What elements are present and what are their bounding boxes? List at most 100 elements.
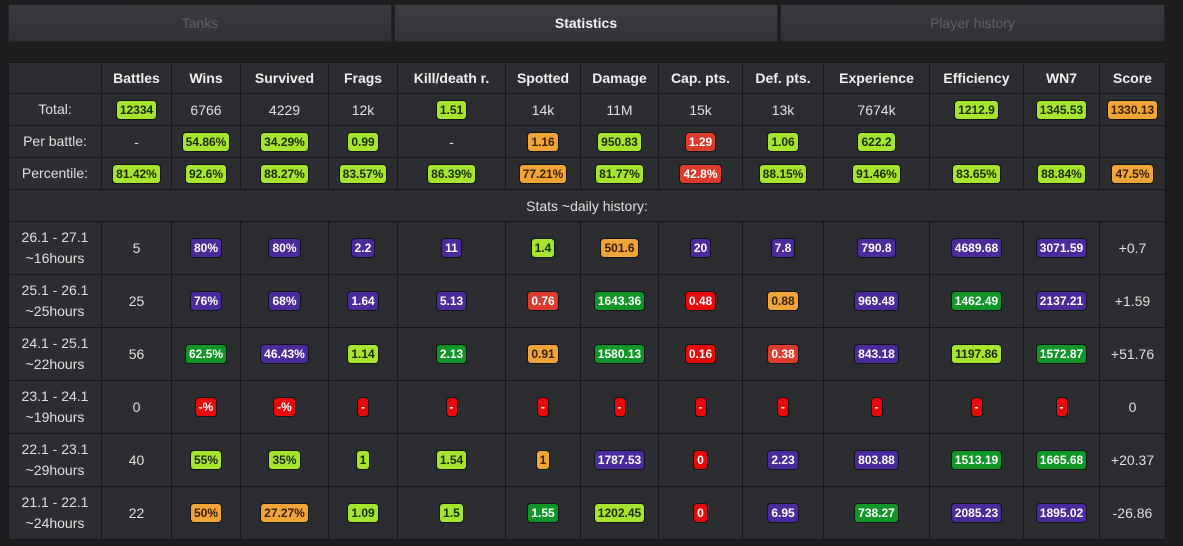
cell-def-pts: 1.06 (742, 125, 824, 158)
cell-frags: - (328, 380, 398, 434)
value-badge: 2085.23 (951, 504, 1002, 522)
value-badge: 27.27% (261, 504, 308, 522)
history-period: 22.1 - 23.1 ~29hours (8, 433, 102, 487)
value-badge: 83.57% (339, 164, 387, 183)
cell-kill-death-r: 2.13 (397, 327, 506, 381)
cell-wins: 92.6% (171, 157, 241, 190)
cell-kill-death-r: 5.13 (397, 274, 506, 328)
cell-battles: - (101, 125, 172, 158)
value-badge: 88.84% (1038, 164, 1085, 183)
cell-cap-pts: 0 (658, 433, 743, 487)
cell-cap-pts: - (658, 380, 743, 434)
tab-statistics[interactable]: Statistics (394, 4, 778, 42)
column-header-def-pts: Def. pts. (742, 62, 824, 94)
cell-battles: 40 (101, 433, 172, 487)
value-badge: 83.65% (953, 164, 1000, 183)
cell-cap-pts: 42.8% (658, 157, 743, 190)
cell-efficiency: 2085.23 (929, 486, 1024, 540)
value-badge: 0.99 (348, 132, 378, 151)
value-badge: - (971, 398, 982, 416)
cell-wn7: 1895.02 (1023, 486, 1100, 540)
history-section-title: Stats ~daily history: (8, 189, 1166, 222)
period-range: 26.1 - 27.1 (21, 229, 89, 245)
value-badge: 1580.13 (594, 345, 645, 363)
cell-kill-death-r: 1.51 (397, 93, 506, 126)
value-badge: 501.6 (601, 239, 638, 257)
period-range: 24.1 - 25.1 (21, 335, 89, 351)
history-period: 24.1 - 25.1 ~22hours (8, 327, 102, 381)
cell-kill-death-r: 86.39% (397, 157, 506, 190)
cell-cap-pts: 0.48 (658, 274, 743, 328)
value-badge: 1.29 (685, 132, 716, 151)
cell-score: +0.7 (1099, 221, 1166, 275)
cell-experience: 803.88 (823, 433, 930, 487)
period-duration: ~25hours (25, 303, 85, 319)
history-period: 25.1 - 26.1 ~25hours (8, 274, 102, 328)
column-header-wins: Wins (171, 62, 241, 94)
cell-score: +1.59 (1099, 274, 1166, 328)
cell-def-pts: 2.23 (742, 433, 824, 487)
column-header-wn7: WN7 (1023, 62, 1100, 94)
cell-battles: 0 (101, 380, 172, 434)
cell-frags: 1.14 (328, 327, 398, 381)
value-badge: 1.64 (348, 292, 378, 310)
value-badge: 2.2 (351, 239, 375, 257)
cell-frags: 0.99 (328, 125, 398, 158)
period-range: 23.1 - 24.1 (21, 388, 89, 404)
value-badge: 1.06 (768, 132, 798, 151)
period-duration: ~16hours (25, 250, 85, 266)
cell-frags: 83.57% (328, 157, 398, 190)
value-badge: 1330.13 (1107, 100, 1158, 119)
cell-wins: 76% (171, 274, 241, 328)
value-badge: 80% (269, 239, 300, 257)
value-badge: 1345.53 (1036, 100, 1087, 119)
column-header-kill-death-r: Kill/death r. (397, 62, 506, 94)
value-badge: 4689.68 (951, 239, 1002, 257)
value-badge: 2.13 (436, 345, 467, 363)
value-badge: 1513.19 (951, 451, 1002, 469)
value-badge: 1787.53 (594, 451, 645, 469)
value-badge: 1462.49 (951, 292, 1002, 310)
cell-wn7 (1023, 125, 1100, 158)
cell-kill-death-r: 1.5 (397, 486, 506, 540)
cell-def-pts: 0.38 (742, 327, 824, 381)
cell-damage: 1643.36 (580, 274, 659, 328)
cell-wn7: - (1023, 380, 1100, 434)
cell-survived: 35% (240, 433, 329, 487)
cell-def-pts: 7.8 (742, 221, 824, 275)
history-row: 21.1 - 22.1 ~24hours 22 50% 27.27% 1.09 1.5 1.5… (8, 486, 1166, 540)
value-badge: 12334 (116, 100, 157, 119)
value-badge: 6.95 (768, 504, 798, 522)
cell-score: 0 (1099, 380, 1166, 434)
cell-damage: 950.83 (580, 125, 659, 158)
period-duration: ~29hours (25, 462, 85, 478)
history-period: 23.1 - 24.1 ~19hours (8, 380, 102, 434)
value-badge: - (538, 398, 548, 416)
value-badge: - (778, 398, 788, 416)
cell-damage: 1202.45 (580, 486, 659, 540)
value-badge: 46.43% (261, 345, 308, 363)
cell-frags: 1 (328, 433, 398, 487)
tab-player-history[interactable]: Player history (780, 4, 1165, 42)
history-row: 24.1 - 25.1 ~22hours 56 62.5% 46.43% 1.14 2.13… (8, 327, 1166, 381)
cell-wn7: 1345.53 (1023, 93, 1100, 126)
cell-wn7: 1572.87 (1023, 327, 1100, 381)
value-badge: - (614, 398, 625, 416)
cell-battles: 56 (101, 327, 172, 381)
column-header-label (8, 62, 102, 94)
value-badge: - (1056, 398, 1067, 416)
value-badge: 80% (190, 239, 222, 257)
cell-efficiency (929, 125, 1024, 158)
history-period: 21.1 - 22.1 ~24hours (8, 486, 102, 540)
value-badge: 622.2 (858, 132, 895, 151)
tab-tanks[interactable]: Tanks (8, 4, 392, 42)
column-header-battles: Battles (101, 62, 172, 94)
value-badge: 0.16 (685, 345, 716, 363)
cell-battles: 12334 (101, 93, 172, 126)
value-badge: 1572.87 (1036, 345, 1087, 363)
period-duration: ~19hours (25, 409, 85, 425)
cell-kill-death-r: 1.54 (397, 433, 506, 487)
cell-def-pts: 88.15% (742, 157, 824, 190)
cell-survived: 80% (240, 221, 329, 275)
value-badge: -% (195, 398, 217, 416)
